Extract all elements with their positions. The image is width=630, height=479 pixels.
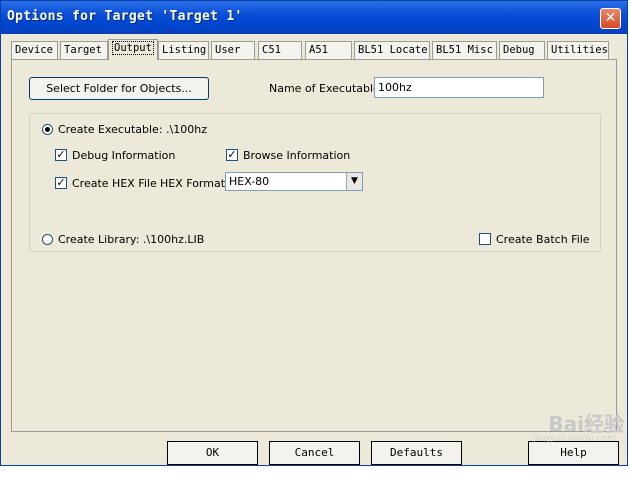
- hex-format-select[interactable]: HEX-80 ▼: [225, 172, 363, 191]
- name-of-executable-label: Name of Executable:: [269, 82, 384, 95]
- ok-button[interactable]: OK: [167, 441, 258, 465]
- tab-c51[interactable]: C51: [258, 41, 302, 59]
- tab-utilities[interactable]: Utilities: [547, 41, 609, 59]
- title-bar[interactable]: Options for Target 'Target 1' ✕: [1, 1, 627, 34]
- create-library-path: .\100hz.LIB: [142, 233, 205, 246]
- help-button[interactable]: Help: [528, 441, 619, 465]
- create-hex-file-label: Create HEX File: [72, 177, 157, 190]
- create-hex-file-checkbox[interactable]: ✓: [55, 177, 67, 189]
- options-dialog: Options for Target 'Target 1' ✕ Device T…: [0, 0, 628, 466]
- tab-a51[interactable]: A51: [305, 41, 352, 59]
- tab-bl51-locate[interactable]: BL51 Locate: [354, 41, 430, 59]
- tab-output[interactable]: Output: [108, 39, 158, 60]
- create-executable-label: Create Executable:: [58, 123, 163, 136]
- select-folder-button[interactable]: Select Folder for Objects...: [29, 77, 209, 100]
- executable-name-input[interactable]: 100hz: [374, 77, 544, 98]
- create-library-text: Create Library: .\100hz.LIB: [58, 233, 204, 246]
- tab-user[interactable]: User: [211, 41, 255, 59]
- tab-listing[interactable]: Listing: [158, 41, 209, 59]
- check-icon: ✓: [56, 176, 66, 189]
- create-executable-text: Create Executable: .\100hz: [58, 123, 207, 136]
- tab-strip: Device Target Output Listing User C51 A5…: [11, 39, 611, 60]
- tab-device[interactable]: Device: [11, 41, 58, 59]
- create-library-radio[interactable]: [42, 234, 53, 245]
- create-executable-radio[interactable]: [42, 124, 53, 135]
- watermark-url: jingyan.baidu.com: [532, 434, 616, 444]
- create-batch-file-label: Create Batch File: [496, 233, 590, 246]
- defaults-button[interactable]: Defaults: [371, 441, 462, 465]
- create-executable-path: .\100hz: [166, 123, 207, 136]
- create-batch-file-checkbox[interactable]: [479, 233, 491, 245]
- check-icon: ✓: [56, 148, 66, 161]
- close-button[interactable]: ✕: [600, 8, 621, 29]
- browse-information-label: Browse Information: [243, 149, 351, 162]
- close-icon: ✕: [604, 10, 617, 26]
- tab-debug[interactable]: Debug: [499, 41, 545, 59]
- check-icon: ✓: [227, 148, 237, 161]
- create-library-label: Create Library:: [58, 233, 140, 246]
- debug-information-checkbox[interactable]: ✓: [55, 149, 67, 161]
- hex-format-label: HEX Format:: [160, 177, 229, 190]
- debug-information-label: Debug Information: [72, 149, 176, 162]
- browse-information-checkbox[interactable]: ✓: [226, 149, 238, 161]
- cancel-button[interactable]: Cancel: [269, 441, 360, 465]
- dropdown-arrow-icon[interactable]: ▼: [346, 173, 362, 190]
- tab-target[interactable]: Target: [60, 41, 108, 59]
- hex-format-value: HEX-80: [229, 175, 270, 188]
- tab-bl51-misc[interactable]: BL51 Misc: [432, 41, 497, 59]
- dialog-title: Options for Target 'Target 1': [7, 9, 243, 24]
- watermark-logo: Bai经验: [548, 412, 624, 436]
